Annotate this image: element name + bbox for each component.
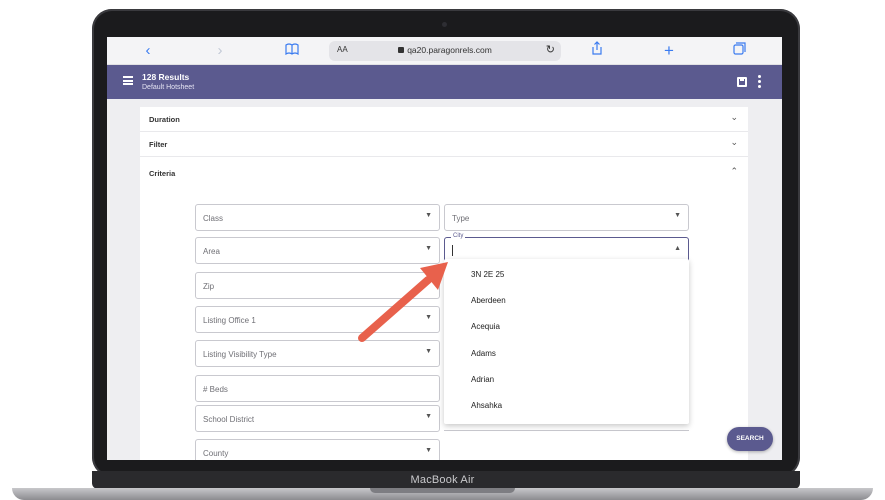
stage: MacBook Air ‹ › AA qa20.paragonrels.com … [0,0,885,500]
annotation-arrow-icon [358,262,448,342]
